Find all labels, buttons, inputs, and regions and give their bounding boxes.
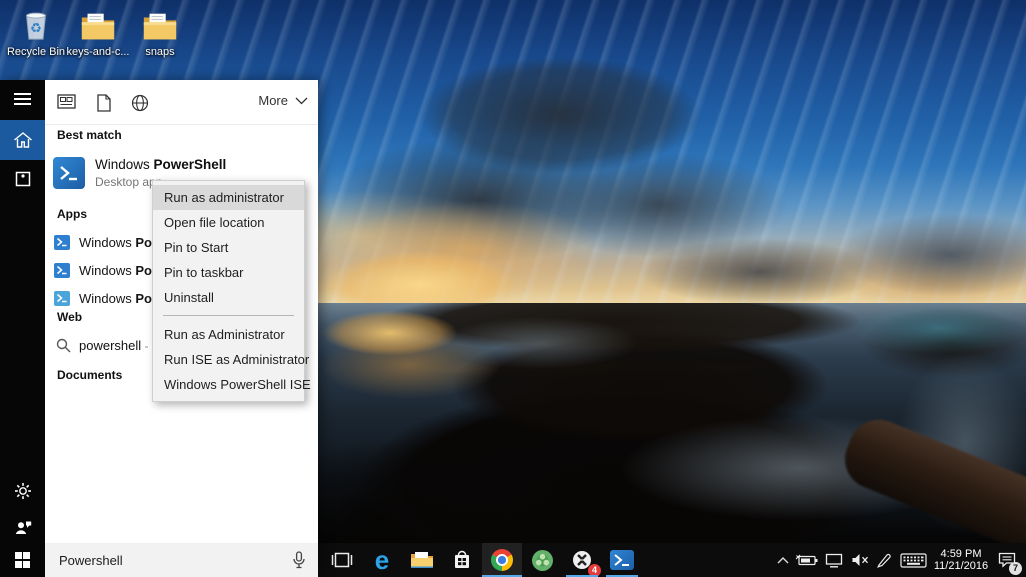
menu-item-windows-powershell-ise[interactable]: Windows PowerShell ISE [153, 372, 304, 397]
tray-chevron-up-button[interactable] [773, 543, 793, 577]
start-icon [15, 552, 31, 568]
desktop-icon-keys-folder[interactable]: keys-and-c... [68, 5, 128, 58]
desktop-icon-label: snaps [145, 46, 174, 58]
menu-separator [163, 315, 294, 316]
powershell-icon [54, 263, 70, 278]
tray-volume-button[interactable] [847, 543, 872, 577]
tray-keyboard-button[interactable] [895, 543, 932, 577]
menu-item-pin-to-start[interactable]: Pin to Start [153, 235, 304, 260]
sidebar-item-home[interactable] [0, 120, 45, 160]
svg-text:♻: ♻ [30, 21, 42, 36]
search-icon [56, 338, 71, 353]
powershell-icon [54, 235, 70, 250]
touch-keyboard-icon [900, 553, 927, 568]
menu-item-pin-to-taskbar[interactable]: Pin to taskbar [153, 260, 304, 285]
documents-filter-icon[interactable] [97, 94, 111, 117]
store-button[interactable] [442, 543, 482, 577]
chevron-down-icon [295, 97, 308, 105]
tray-network-button[interactable] [820, 543, 847, 577]
recycle-bin-icon: ♻ [20, 5, 52, 43]
menu-button[interactable] [0, 82, 45, 116]
tray-clock[interactable]: 4:59 PM 11/21/2016 [932, 543, 990, 577]
network-icon [825, 553, 843, 568]
menu-item-uninstall[interactable]: Uninstall [153, 285, 304, 310]
chevron-up-icon [777, 557, 789, 564]
home-icon [13, 131, 33, 149]
windows-desktop: ♻ Recycle Bin keys-and-c... [0, 0, 1026, 577]
chrome-button[interactable] [482, 543, 522, 577]
start-button[interactable] [0, 543, 45, 577]
chat-app-button[interactable]: 4 [562, 543, 602, 577]
notification-count-badge: 7 [1009, 562, 1022, 575]
web-header: Web [57, 310, 82, 324]
settings-icon [14, 482, 32, 500]
powershell-ise-icon [54, 291, 70, 306]
taskbar-apps: e [322, 543, 642, 577]
action-center-button[interactable]: 7 [990, 543, 1024, 577]
clock-date: 11/21/2016 [934, 560, 988, 573]
store-icon [452, 550, 472, 570]
microphone-icon[interactable] [292, 551, 306, 569]
apps-filter-icon[interactable] [57, 94, 76, 114]
system-tray: 4:59 PM 11/21/2016 7 [773, 543, 1024, 577]
web-filter-icon[interactable] [131, 94, 149, 117]
sidebar-item-settings[interactable] [0, 472, 45, 510]
menu-item-run-ise-as-administrator[interactable]: Run ISE as Administrator [153, 347, 304, 372]
task-view-button[interactable] [322, 543, 362, 577]
folder-icon [141, 5, 179, 43]
pen-icon [876, 552, 892, 568]
menu-icon [13, 92, 32, 106]
sidebar-item-notebook[interactable] [0, 160, 45, 198]
edge-icon: e [375, 547, 389, 573]
edge-button[interactable]: e [362, 543, 402, 577]
search-filter-bar: More [45, 80, 318, 125]
task-view-icon [331, 552, 353, 568]
desktop-icon-snaps-folder[interactable]: snaps [130, 5, 190, 58]
green-app-icon [532, 550, 553, 571]
green-app-button[interactable] [522, 543, 562, 577]
file-explorer-button[interactable] [402, 543, 442, 577]
battery-icon [795, 553, 819, 567]
desktop-icon-label: keys-and-c... [67, 46, 130, 58]
tray-pen-button[interactable] [872, 543, 895, 577]
menu-item-run-as-administrator-2[interactable]: Run as Administrator [153, 322, 304, 347]
context-menu: Run as administrator Open file location … [152, 180, 305, 402]
flyout-sidebar [0, 80, 45, 577]
volume-muted-icon [851, 553, 869, 567]
tray-battery-button[interactable] [793, 543, 820, 577]
chrome-icon [491, 549, 513, 571]
folder-icon [79, 5, 117, 43]
desktop-icon-label: Recycle Bin [7, 46, 65, 58]
menu-item-open-file-location[interactable]: Open file location [153, 210, 304, 235]
powershell-icon [53, 157, 85, 189]
file-explorer-icon [410, 550, 434, 570]
powershell-icon [610, 550, 634, 570]
search-box[interactable]: Powershell [45, 543, 318, 577]
notebook-icon [15, 171, 31, 187]
menu-item-run-as-administrator[interactable]: Run as administrator [153, 185, 304, 210]
powershell-button[interactable] [602, 543, 642, 577]
apps-header: Apps [57, 207, 87, 221]
search-input[interactable]: Powershell [59, 553, 292, 568]
clock-time: 4:59 PM [934, 548, 988, 561]
best-match-header: Best match [57, 128, 122, 142]
desktop-icons: ♻ Recycle Bin keys-and-c... [6, 5, 192, 58]
documents-header: Documents [57, 368, 122, 382]
more-label: More [258, 93, 288, 108]
more-dropdown[interactable]: More [258, 93, 308, 108]
desktop-icon-recycle-bin[interactable]: ♻ Recycle Bin [6, 5, 66, 58]
sidebar-item-feedback[interactable] [0, 508, 45, 546]
feedback-icon [14, 519, 32, 535]
